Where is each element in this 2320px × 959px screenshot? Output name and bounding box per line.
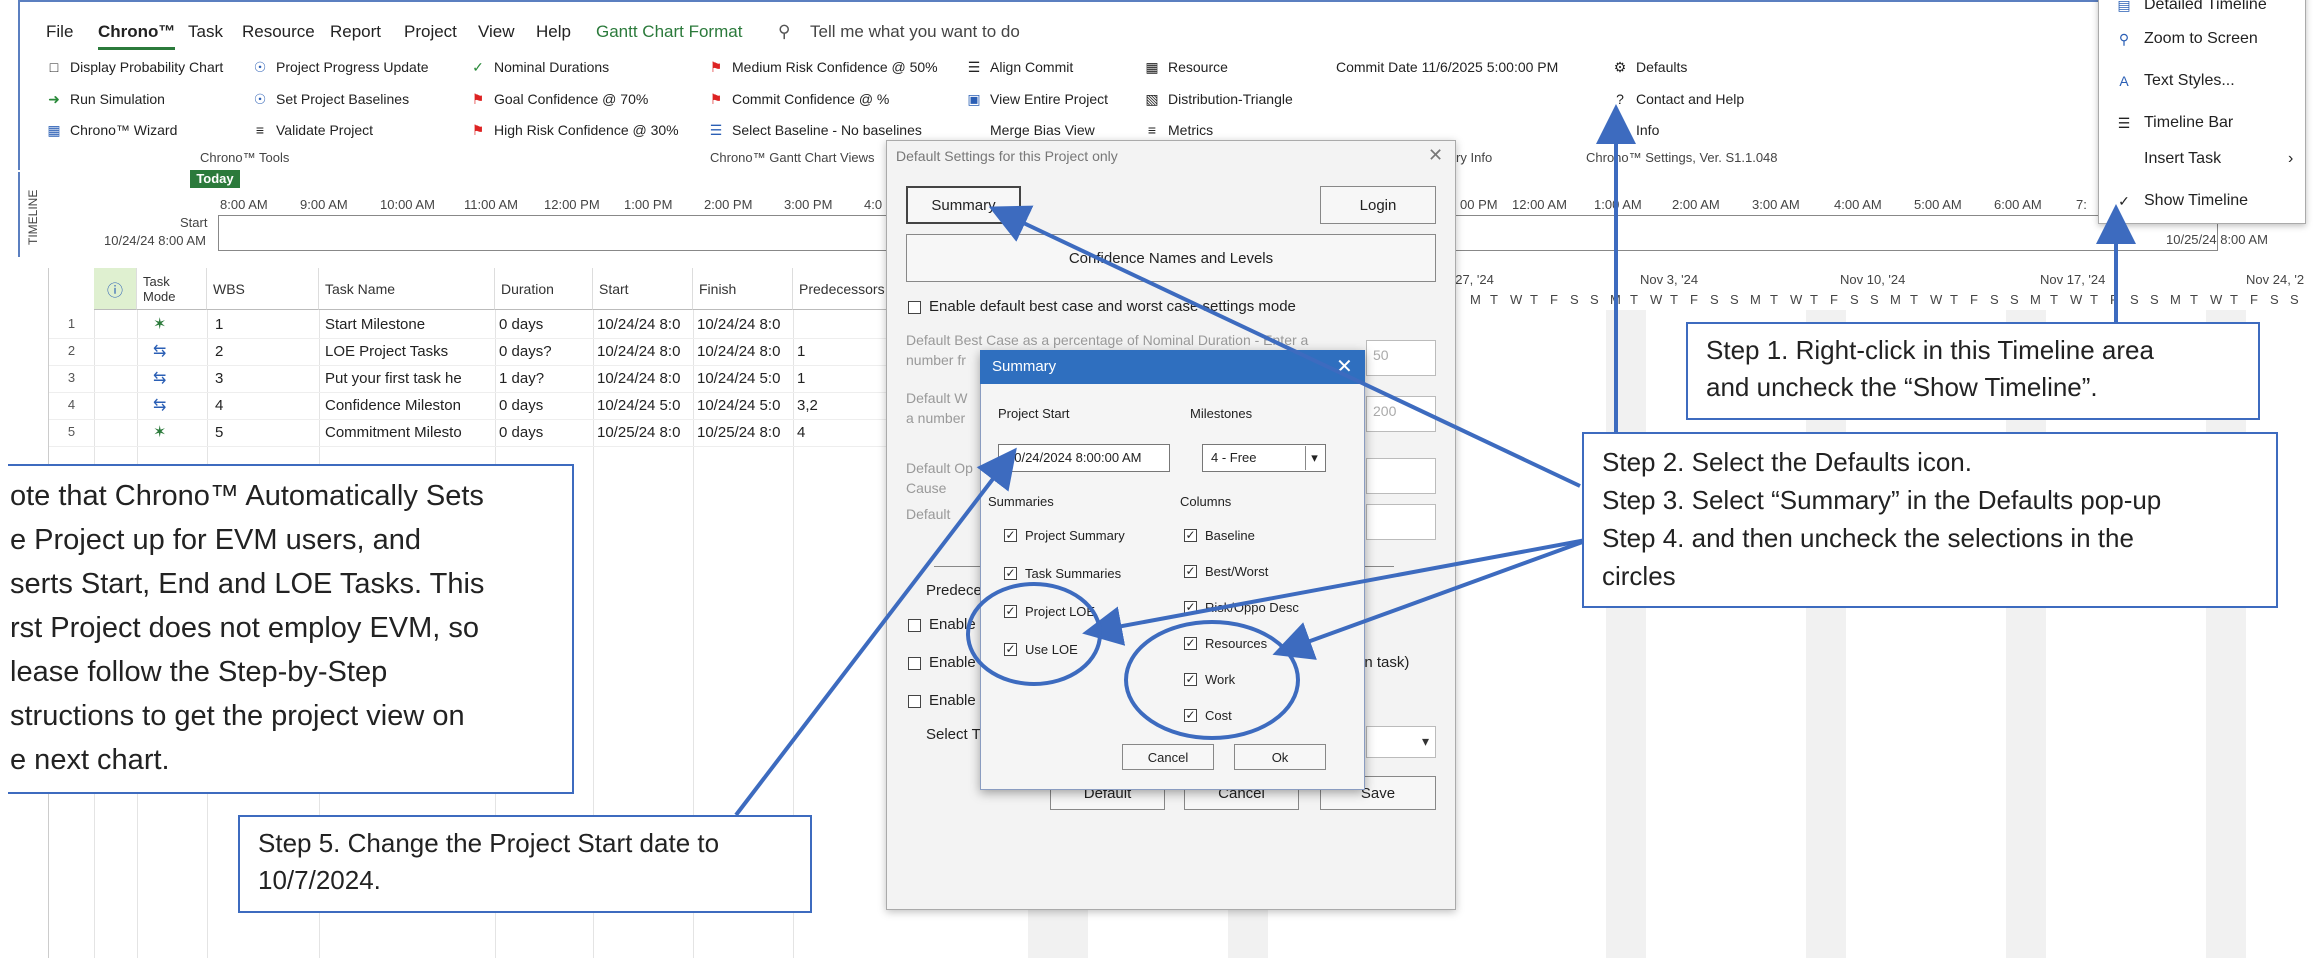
step3-arrow bbox=[988, 205, 1581, 488]
step4-arrow-right bbox=[1272, 538, 1589, 660]
step5-arrow bbox=[734, 447, 1017, 817]
step5-callout: Step 5. Change the Project Start date to… bbox=[238, 815, 812, 913]
highlight-circle-columns bbox=[1124, 620, 1300, 740]
steps-2-4-callout: Step 2. Select the Defaults icon. Step 3… bbox=[1582, 432, 2278, 608]
step1-callout: Step 1. Right-click in this Timeline are… bbox=[1686, 322, 2260, 420]
app-window: File Chrono™ Task Resource Report Projec… bbox=[0, 0, 2320, 959]
highlight-circle-loe bbox=[966, 582, 1102, 686]
step4-arrow-left bbox=[1082, 538, 1587, 646]
note-callout: ote that Chrono™ Automatically Sets e Pr… bbox=[8, 464, 574, 794]
